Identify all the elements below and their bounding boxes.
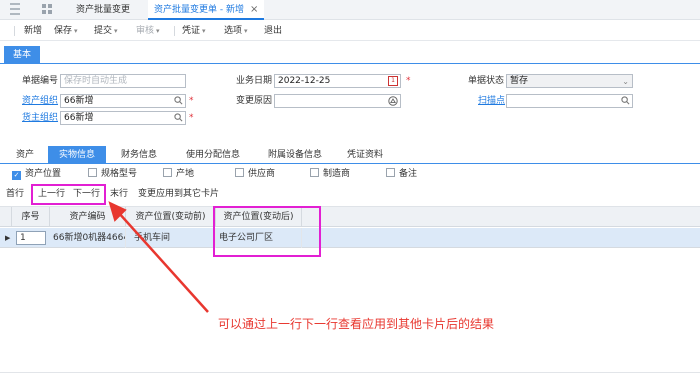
app-window: 资产批量变更 资产批量变更单 - 新增 × 新增 保存 ▾ 提交 ▾ 审核 ▾ 凭证 ▾ … xyxy=(0,0,700,375)
divider xyxy=(0,372,700,373)
arrow-shaft xyxy=(117,211,209,313)
annotation-text: 可以通过上一行下一行查看应用到其他卡片后的结果 xyxy=(218,317,495,331)
